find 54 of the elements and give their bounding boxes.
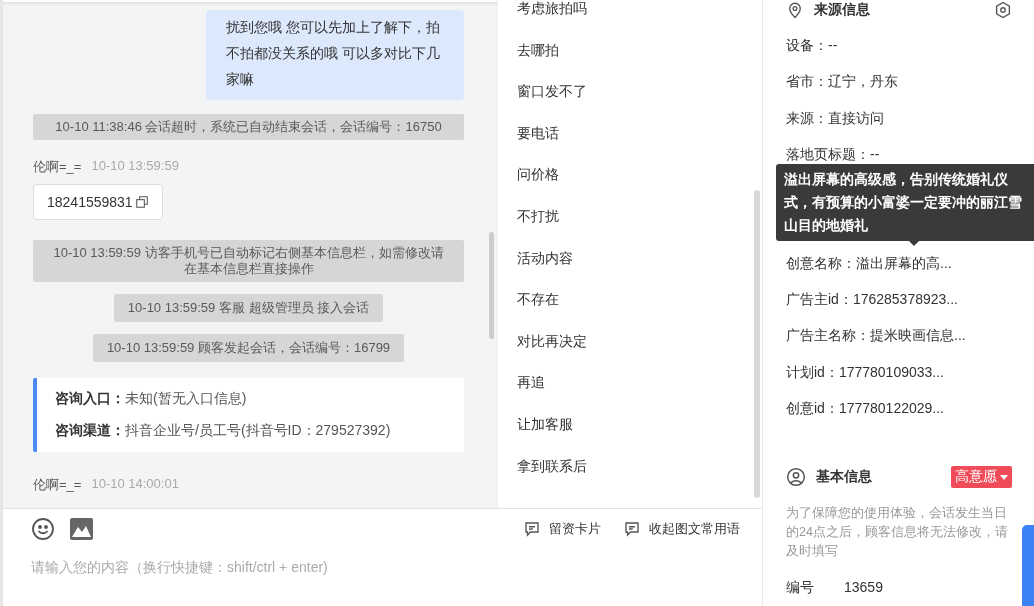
source-field: 设备：-- [786,27,1012,64]
system-message: 10-10 13:59:59 顾客发起会话，会话编号：16799 [92,334,405,362]
system-message: 10-10 11:38:46 会话超时，系统已自动结束会话，会话编号：16750 [33,114,464,140]
toolbar-action[interactable]: 收起图文常用语 [623,520,740,538]
message-time: 10-10 14:00:01 [91,476,179,493]
quick-reply[interactable]: 再追 [517,362,743,404]
source-field: 创意名称：溢出屏幕的高... [786,244,1012,282]
quick-reply[interactable]: 不打扰 [517,195,743,238]
section-title: 基本信息 [816,468,872,487]
sender-name: 伦啊=_= [33,476,82,494]
floating-tab[interactable] [1022,525,1034,606]
scrollbar[interactable] [489,232,494,339]
notice-text: 为了保障您的使用体验，会话发生当日的24点之后，顾客信息将无法修改，请及时填写 [786,505,1009,561]
system-message: 10-10 13:59:59 客服 超级管理员 接入会话 [113,294,384,322]
intent-dropdown[interactable]: 高意愿 [951,466,1012,489]
phone-number: 18241559831 [47,194,133,210]
user-icon [786,467,806,488]
quick-reply[interactable]: 问价格 [517,154,743,196]
toolbar-action[interactable]: 留资卡片 [523,520,601,538]
tooltip: 溢出屏幕的高级感，告别传统婚礼仪式，有预算的小富婆一定要冲的丽江雪山目的地婚礼 [776,164,1034,241]
message-bubble: 扰到您哦 您可以先加上了解下，拍不拍都没关系的哦 可以多对比下几家嘛 [206,10,464,100]
source-field: 广告主id：176285378923... [786,281,1012,318]
message-time: 10-10 13:59:59 [91,158,179,175]
image-icon[interactable] [70,518,93,540]
source-field: 计划id：177780109033... [786,353,1012,390]
quick-reply[interactable]: 要电话 [517,112,743,155]
message-icon [523,520,541,538]
settings-icon [994,1,1012,19]
caret-icon [1000,474,1008,480]
field-label: 编号 [786,579,814,598]
tooltip-arrow [909,241,919,246]
quick-reply[interactable]: 窗口发不了 [517,71,743,113]
source-field: 来源：直接访问 [786,99,1012,136]
source-field: 广告主名称：提米映画信息... [786,317,1012,354]
quick-reply[interactable]: 对比再决定 [517,320,743,363]
quick-reply[interactable]: 让加客服 [517,403,743,446]
info-row-text: 咨询入口：未知(暂无入口信息) [55,390,248,408]
quick-reply[interactable]: 拿到联系后 [517,445,743,488]
source-field: 创意id：177780122029... [786,389,1012,427]
info-row-text: 咨询渠道：抖音企业号/员工号(抖音号ID：279527392) [55,422,392,440]
copy-icon [134,195,149,209]
message-icon [623,520,641,538]
location-pin-icon [786,1,804,19]
emoji-icon [31,517,55,541]
system-message: 10-10 13:59:59 访客手机号已自动标记右侧基本信息栏，如需修改请在基本信息栏直接操作 [33,240,464,282]
quick-reply[interactable]: 不存在 [517,279,743,321]
scrollbar[interactable] [754,190,760,498]
sender-name: 伦啊=_= [33,158,82,176]
quick-reply[interactable]: 去哪拍 [517,29,743,72]
field-value: 13659 [844,579,883,598]
quick-reply[interactable]: 考虑旅拍吗 [517,0,743,30]
quick-reply[interactable]: 活动内容 [517,237,743,280]
section-title: 来源信息 [814,1,870,19]
source-field: 省市：辽宁，丹东 [786,63,1012,100]
